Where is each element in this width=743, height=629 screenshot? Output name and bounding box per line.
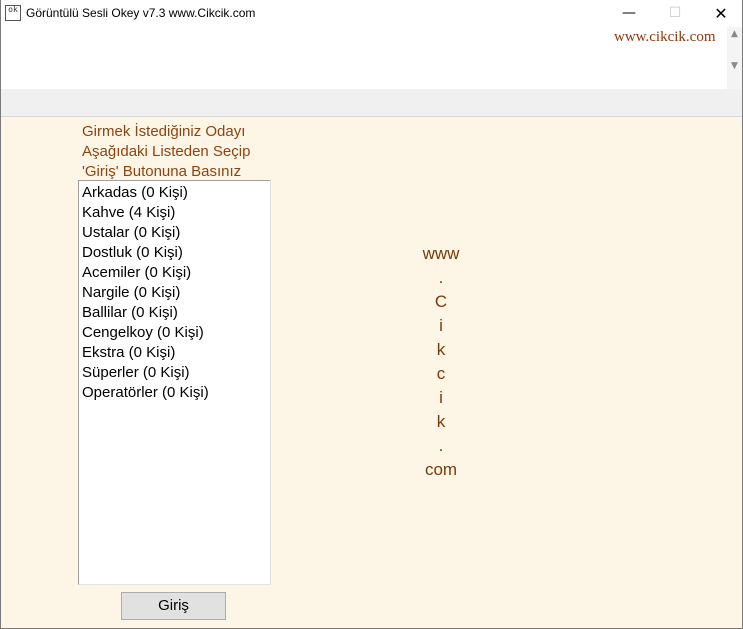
window-title: Görüntülü Sesli Okey v7.3 www.Cikcik.com <box>26 6 256 20</box>
cikcik-link[interactable]: www.cikcik.com <box>614 29 716 46</box>
room-item[interactable]: Ekstra (0 Kişi) <box>79 343 270 363</box>
vertical-site-text: www . C i k c i k . com <box>391 242 491 482</box>
room-item[interactable]: Operatörler (0 Kişi) <box>79 383 270 403</box>
minimize-button[interactable]: — <box>606 0 652 27</box>
room-item[interactable]: Ustalar (0 Kişi) <box>79 223 270 243</box>
room-item[interactable]: Ballilar (0 Kişi) <box>79 303 270 323</box>
instruction-line-2: Aşağıdaki Listeden Seçip <box>82 143 251 160</box>
room-item[interactable]: Acemiler (0 Kişi) <box>79 263 270 283</box>
room-item[interactable]: Cengelkoy (0 Kişi) <box>79 323 270 343</box>
room-item[interactable]: Süperler (0 Kişi) <box>79 363 270 383</box>
vertical-char: k <box>436 340 446 359</box>
room-item[interactable]: Arkadas (0 Kişi) <box>79 183 270 203</box>
app-icon: ok <box>5 5 21 21</box>
scroll-up-icon[interactable]: ▲ <box>727 27 742 41</box>
vertical-char: c <box>436 364 446 383</box>
scroll-down-icon[interactable]: ▼ <box>727 59 742 73</box>
instruction-line-1: Girmek İstediğiniz Odayı <box>82 123 246 140</box>
close-button[interactable]: ✕ <box>698 0 743 27</box>
instruction-line-3: 'Giriş' Butonuna Basınız <box>82 163 242 180</box>
vertical-char: i <box>439 388 443 407</box>
vertical-char: k <box>436 412 446 431</box>
vertical-char: www <box>422 244 460 263</box>
room-list[interactable]: Arkadas (0 Kişi) Kahve (4 Kişi) Ustalar … <box>78 180 271 585</box>
web-banner: www.cikcik.com ▲ ▼ <box>1 27 742 89</box>
vertical-char: com <box>424 460 458 479</box>
app-window: ok Görüntülü Sesli Okey v7.3 www.Cikcik.… <box>0 0 743 629</box>
maximize-button[interactable]: ☐ <box>652 0 698 27</box>
enter-button[interactable]: Giriş <box>121 592 226 620</box>
vertical-char: C <box>434 292 448 311</box>
vertical-char: i <box>439 316 443 335</box>
room-item[interactable]: Kahve (4 Kişi) <box>79 203 270 223</box>
toolbar-strip <box>1 89 742 117</box>
instructions: Girmek İstediğiniz Odayı Aşağıdaki Liste… <box>82 122 250 182</box>
room-item[interactable]: Nargile (0 Kişi) <box>79 283 270 303</box>
room-item[interactable]: Dostluk (0 Kişi) <box>79 243 270 263</box>
banner-scrollbar[interactable]: ▲ ▼ <box>727 27 742 89</box>
vertical-char: . <box>438 436 444 455</box>
vertical-char: . <box>438 268 444 287</box>
title-bar[interactable]: ok Görüntülü Sesli Okey v7.3 www.Cikcik.… <box>1 0 742 27</box>
